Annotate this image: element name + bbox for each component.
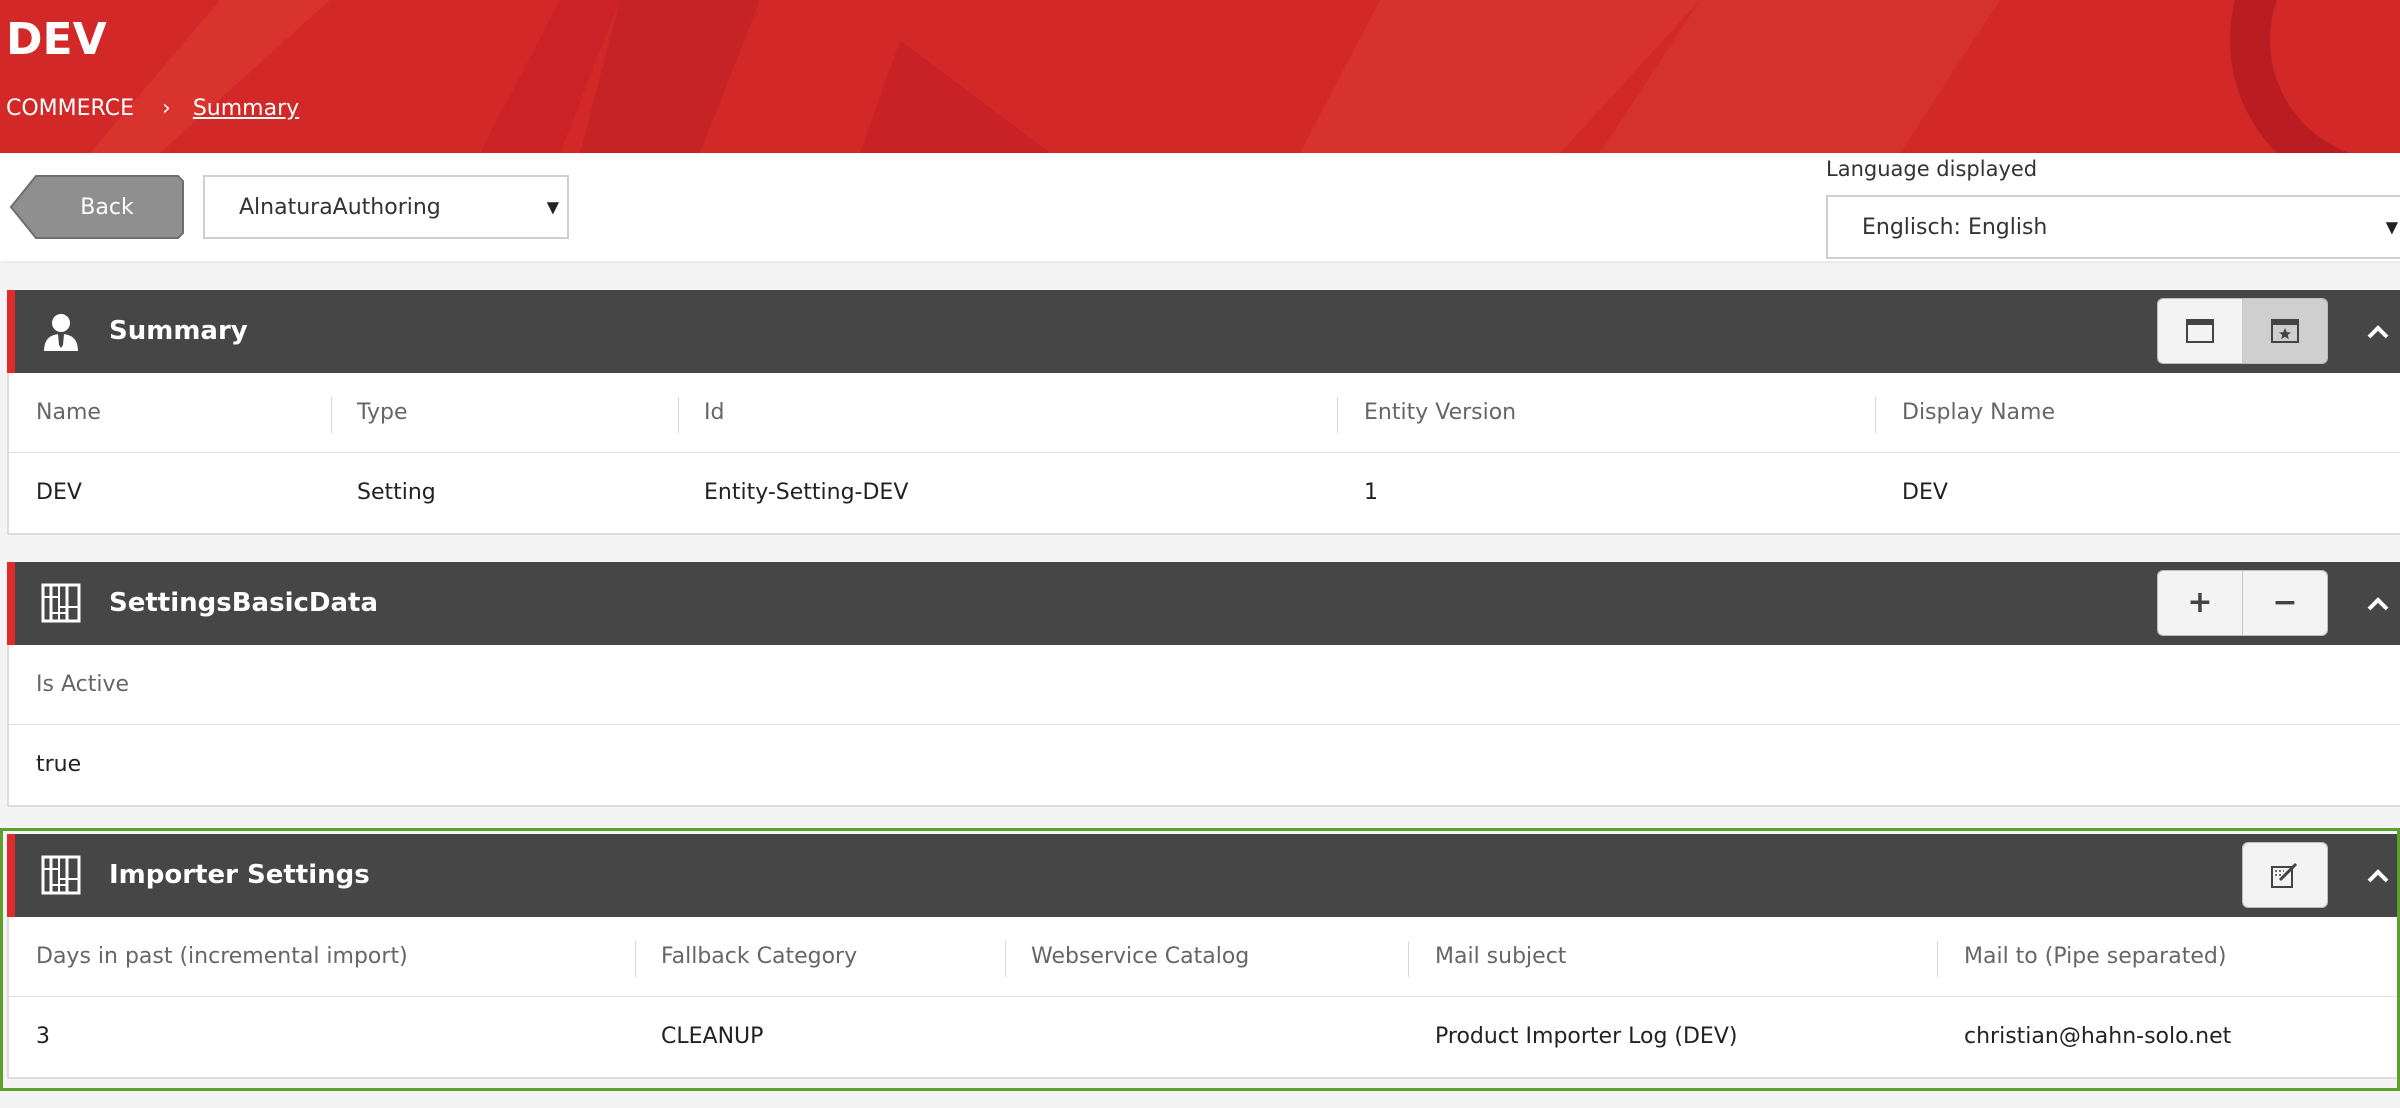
column-divider[interactable] [635,941,636,977]
column-divider[interactable] [331,397,332,433]
column-divider[interactable] [1408,941,1409,977]
table-cell: DEV [1902,480,1948,505]
back-button-label: Back [80,194,134,220]
remove-button[interactable]: − [2242,571,2327,635]
table-row: true [9,725,2400,805]
basic-data-panel: SettingsBasicData + − Is Active true [7,562,2400,807]
header-background [0,0,2400,153]
table-row: 3 CLEANUP Product Importer Log (DEV) chr… [9,997,2400,1077]
star-window-icon [2271,319,2299,343]
chevron-up-icon [2367,596,2389,610]
chevron-up-icon [2367,324,2389,338]
dataset-select[interactable]: AlnaturaAuthoring ▼ [203,175,569,239]
table-cell: Entity-Setting-DEV [704,480,909,505]
column-header: Name [36,400,101,425]
basic-data-panel-title: SettingsBasicData [109,588,378,618]
breadcrumb-chevron-icon: › [162,96,171,121]
column-divider[interactable] [678,397,679,433]
add-button[interactable]: + [2158,571,2242,635]
back-button[interactable]: Back [10,175,184,239]
column-header: Mail subject [1435,944,1567,969]
table-cell: 1 [1364,480,1378,505]
dataset-select-value: AlnaturaAuthoring [239,194,441,220]
column-header: Fallback Category [661,944,858,969]
grid-icon [41,583,81,623]
basic-data-header-row: Is Active [9,645,2400,725]
table-cell: Setting [357,480,436,505]
table-cell: christian@hahn-solo.net [1964,1024,2232,1049]
table-cell: Product Importer Log (DEV) [1435,1024,1738,1049]
table-row: DEV Setting Entity-Setting-DEV 1 DEV [9,453,2400,533]
column-header: Is Active [36,672,129,697]
column-header: Webservice Catalog [1031,944,1250,969]
language-select[interactable]: Englisch: English ▼ [1826,195,2400,259]
column-divider[interactable] [1937,941,1938,977]
table-cell: 3 [36,1024,50,1049]
breadcrumb-item-commerce[interactable]: COMMERCE [6,96,134,121]
edit-group [2242,842,2328,908]
edit-icon [2271,862,2298,888]
breadcrumb-item-summary[interactable]: Summary [193,96,299,121]
summary-collapse-button[interactable] [2356,290,2400,373]
summary-panel-title: Summary [109,316,248,346]
language-label: Language displayed [1826,157,2038,181]
basic-data-panel-header: SettingsBasicData + − [7,562,2400,645]
basic-data-collapse-button[interactable] [2356,562,2400,645]
column-header: Days in past (incremental import) [36,944,408,969]
summary-panel-header: Summary [7,290,2400,373]
summary-header-row: Name Type Id Entity Version Display Name [9,373,2400,453]
window-icon [2186,319,2214,343]
importer-panel-header: Importer Settings [7,834,2400,917]
edit-button[interactable] [2243,843,2327,907]
add-remove-group: + − [2157,570,2328,636]
toolbar: Back AlnaturaAuthoring ▼ Language displa… [0,153,2400,261]
importer-collapse-button[interactable] [2356,834,2400,917]
column-header: Id [704,400,725,425]
grid-icon [41,855,81,895]
page-header: DEV COMMERCE › Summary [0,0,2400,153]
language-select-value: Englisch: English [1862,214,2048,240]
importer-settings-panel: Importer Settings Days in past (incremen… [7,834,2400,1079]
breadcrumb: COMMERCE › Summary [6,96,299,121]
minus-icon: − [2272,585,2298,620]
favorite-view-button[interactable] [2242,299,2327,363]
column-divider[interactable] [1337,397,1338,433]
column-divider[interactable] [1005,941,1006,977]
user-icon [44,314,78,351]
page-title: DEV [6,14,107,65]
table-cell: CLEANUP [661,1024,764,1049]
column-header: Type [357,400,408,425]
chevron-up-icon [2367,868,2389,882]
window-view-button[interactable] [2158,299,2242,363]
plus-icon: + [2187,585,2213,620]
table-cell: DEV [36,480,82,505]
column-header: Mail to (Pipe separated) [1964,944,2227,969]
view-toggle-group [2157,298,2328,364]
importer-header-row: Days in past (incremental import) Fallba… [9,917,2400,997]
importer-panel-title: Importer Settings [109,860,370,890]
caret-down-icon: ▼ [2385,217,2398,237]
summary-panel: Summary Name Type Id Entity Version Disp… [7,290,2400,535]
table-cell: true [36,752,82,777]
column-header: Display Name [1902,400,2055,425]
column-divider[interactable] [1875,397,1876,433]
caret-down-icon: ▼ [546,197,559,217]
column-header: Entity Version [1364,400,1517,425]
